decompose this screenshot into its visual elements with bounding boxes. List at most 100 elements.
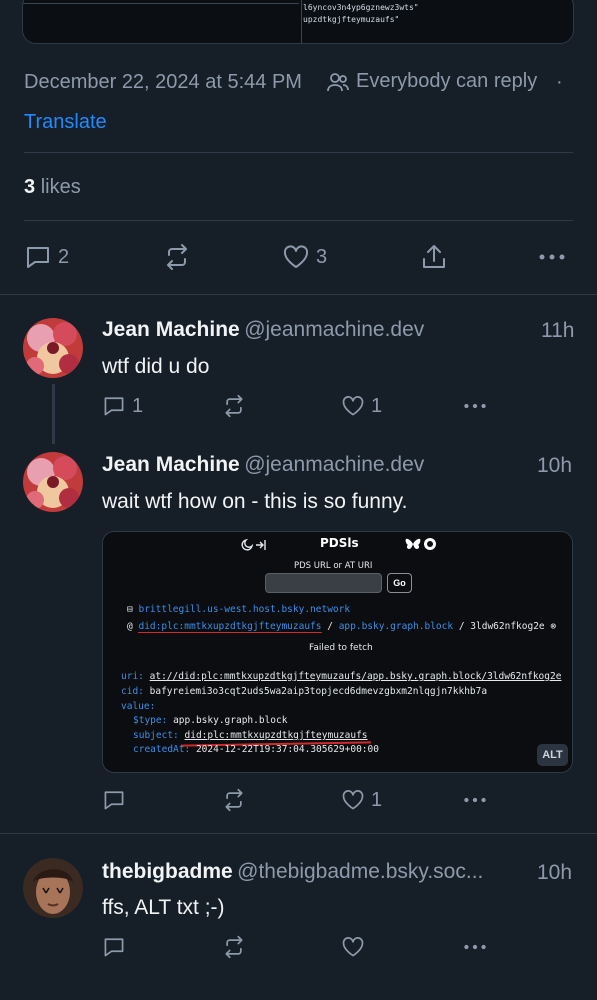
people-icon — [327, 72, 349, 91]
more-options-button[interactable] — [538, 243, 566, 271]
avatar[interactable] — [23, 858, 83, 918]
translate-link[interactable]: Translate — [24, 111, 107, 134]
subject-value: did:plc:mmtkxupzdtkgjfteymuzaufs — [184, 730, 368, 741]
uri-value: at://did:plc:mmtkxupzdtkgjfteymuzaufs/ap… — [149, 671, 562, 682]
more-icon — [464, 403, 486, 409]
reply-text: wtf did u do — [102, 355, 210, 378]
repost-button[interactable] — [222, 935, 246, 959]
reply-text: ffs, ALT txt ;-) — [102, 896, 225, 919]
reply-button[interactable] — [102, 935, 126, 959]
embed-code-line: upzdtkgjfteymuzaufs" — [303, 15, 400, 24]
heart-icon — [342, 937, 364, 957]
repost-button[interactable] — [222, 788, 246, 812]
created-value: 2024-12-22T19:37:04.305629+00:00 — [195, 744, 379, 755]
repost-button[interactable] — [222, 394, 246, 418]
cid-label: cid: — [121, 686, 144, 697]
like-button[interactable] — [341, 935, 365, 959]
author-name[interactable]: thebigbadme — [102, 860, 233, 883]
rkey: 3ldw62nfkog2e — [470, 621, 545, 632]
embed-divider — [301, 0, 302, 43]
collection-link: app.bsky.graph.block — [338, 621, 454, 632]
avatar[interactable] — [23, 318, 83, 378]
subject-label: subject: — [133, 730, 179, 741]
more-icon — [539, 254, 565, 260]
more-options-button[interactable] — [462, 935, 488, 959]
created-line: createdAt: 2024-12-22T19:37:04.305629+00… — [133, 744, 379, 755]
repost-icon — [225, 394, 243, 418]
reply-text: wait wtf how on - this is so funny. — [102, 490, 408, 513]
pds-input — [265, 573, 382, 593]
author-name[interactable]: Jean Machine — [102, 318, 240, 341]
host-line: ⊟ brittlegill.us-west.host.bsky.network — [127, 604, 350, 615]
repost-button[interactable] — [163, 243, 191, 271]
reply-count: 2 — [58, 245, 70, 268]
more-options-button[interactable] — [462, 394, 488, 418]
alt-badge[interactable]: ALT — [537, 744, 568, 766]
reply-time[interactable]: 10h — [537, 861, 572, 885]
heart-icon — [342, 396, 364, 416]
value-label: value: — [121, 701, 156, 712]
reply-header: Jean Machine @jeanmachine.dev — [102, 318, 424, 342]
like-count: 3 — [316, 245, 328, 268]
reply-icon — [104, 791, 124, 810]
reply-header: thebigbadme @thebigbadme.bsky.soc... — [102, 860, 483, 884]
thread-line — [52, 384, 55, 444]
avatar[interactable] — [23, 452, 83, 512]
like-count: 1 — [371, 394, 383, 417]
avatar-image — [23, 858, 83, 918]
heart-icon — [283, 245, 309, 268]
input-label: PDS URL or AT URI — [294, 561, 373, 571]
meta-separator: · — [556, 71, 563, 93]
host-name: brittlegill.us-west.host.bsky.network — [138, 604, 351, 615]
type-label: $type: — [133, 715, 168, 726]
reply-button[interactable] — [102, 788, 126, 812]
like-button[interactable]: 1 — [341, 394, 382, 418]
uri-line: uri: at://did:plc:mmtkxupzdtkgjfteymuzau… — [121, 671, 561, 682]
avatar-image — [23, 452, 83, 512]
like-button[interactable]: 1 — [341, 788, 382, 812]
author-handle[interactable]: @jeanmachine.dev — [244, 318, 424, 341]
quoted-code-embed[interactable]: l6yncov3n4yp6gznewz3wts" upzdtkgjfteymuz… — [22, 0, 574, 44]
likes-count: 3 — [24, 176, 36, 198]
reply-button[interactable]: 1 — [102, 394, 143, 418]
likes-label: likes — [40, 176, 81, 198]
avatar-image — [23, 318, 83, 378]
uri-label: uri: — [121, 671, 144, 682]
like-button[interactable]: 3 — [282, 243, 327, 271]
share-button[interactable] — [420, 243, 448, 271]
server-icon: ⊟ — [127, 604, 133, 615]
butterfly-icon — [405, 537, 437, 556]
more-options-button[interactable] — [462, 788, 488, 812]
error-text: Failed to fetch — [309, 643, 373, 653]
like-count: 1 — [371, 788, 383, 811]
more-icon — [464, 944, 486, 950]
repost-icon — [225, 935, 243, 959]
author-handle[interactable]: @jeanmachine.dev — [244, 453, 424, 476]
embed-code-line: l6yncov3n4yp6gznewz3wts" — [303, 3, 419, 12]
close-icon: ⊗ — [550, 621, 557, 632]
heart-icon — [342, 790, 364, 810]
path-sep: / — [327, 621, 333, 632]
app-title: PDSls — [320, 536, 359, 550]
theme-toggle-icon — [237, 538, 267, 557]
image-embed[interactable]: PDSls PDS URL or AT URI Go ⊟ brittlegill… — [102, 531, 573, 773]
did-link: did:plc:mmtkxupzdtkgjfteymuzaufs — [138, 621, 322, 633]
author-name[interactable]: Jean Machine — [102, 453, 240, 476]
author-handle[interactable]: @thebigbadme.bsky.soc... — [237, 860, 483, 883]
divider — [0, 833, 597, 834]
cid-value: bafyreiemi3o3cqt2uds5wa2aip3topjecd6dmev… — [149, 686, 488, 697]
reply-setting[interactable]: Everybody can reply — [326, 70, 537, 93]
reply-icon — [27, 247, 49, 268]
cid-line: cid: bafyreiemi3o3cqt2uds5wa2aip3topjecd… — [121, 686, 487, 697]
reply-icon — [104, 938, 124, 957]
divider — [24, 152, 573, 153]
repost-icon — [167, 244, 187, 270]
reply-button[interactable]: 2 — [24, 243, 69, 271]
share-icon — [423, 245, 445, 268]
divider — [0, 294, 597, 295]
type-line: $type: app.bsky.graph.block — [133, 715, 287, 726]
reply-time[interactable]: 10h — [537, 454, 572, 478]
reply-time[interactable]: 11h — [541, 319, 574, 343]
embed-divider — [23, 3, 299, 4]
likes-summary[interactable]: 3 likes — [24, 176, 81, 199]
